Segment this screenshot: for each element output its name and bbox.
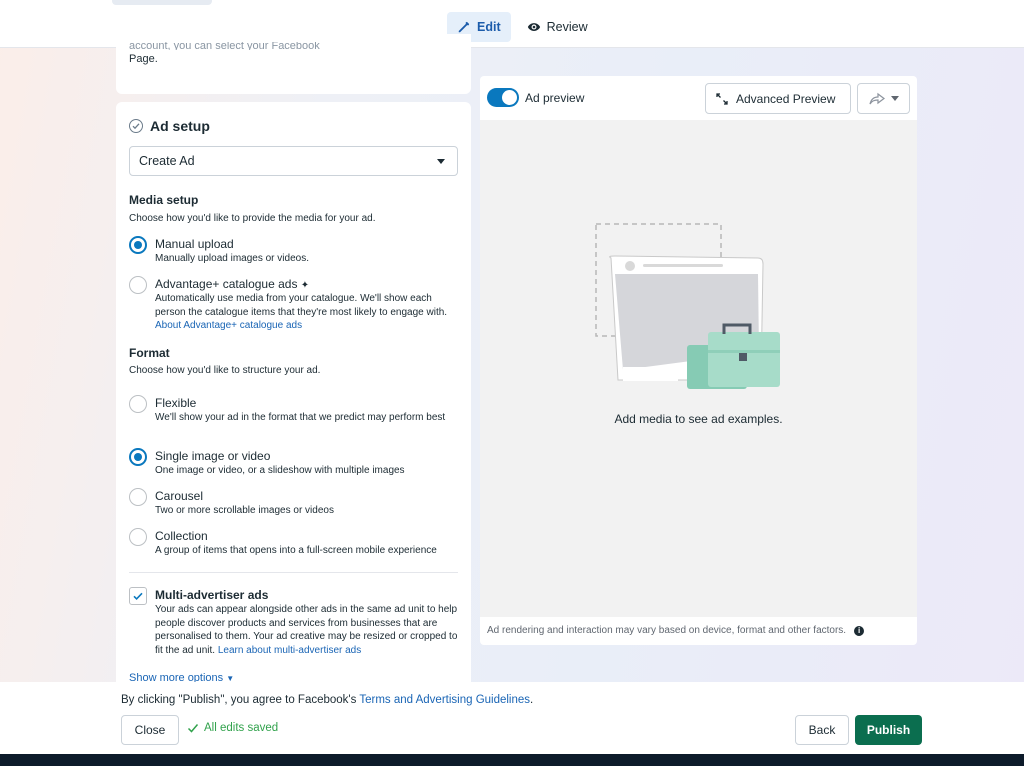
media-setup-heading: Media setup bbox=[129, 193, 199, 207]
divider bbox=[129, 572, 458, 573]
option-desc: Manually upload images or videos. bbox=[155, 253, 309, 264]
option-title: Single image or video bbox=[155, 449, 271, 463]
ad-setup-header: Ad setup bbox=[129, 118, 210, 134]
save-status-label: All edits saved bbox=[204, 722, 279, 734]
terms-prefix: By clicking "Publish", you agree to Face… bbox=[121, 694, 360, 706]
option-title: Carousel bbox=[155, 489, 204, 503]
advantage-catalogue-link[interactable]: About Advantage+ catalogue ads bbox=[155, 320, 302, 331]
tab-edit-label: Edit bbox=[477, 20, 501, 34]
radio[interactable] bbox=[129, 528, 147, 546]
preview-header: Ad preview Advanced Preview bbox=[480, 76, 917, 120]
terms-text: By clicking "Publish", you agree to Face… bbox=[121, 694, 533, 706]
tab-review-label: Review bbox=[546, 20, 588, 34]
option-title: Collection bbox=[155, 529, 208, 543]
footer-bar: By clicking "Publish", you agree to Face… bbox=[0, 682, 1024, 754]
save-status: All edits saved bbox=[187, 722, 278, 734]
page-text: Page. bbox=[129, 53, 158, 65]
option-title: Manual upload bbox=[155, 237, 234, 251]
multi-advertiser-link[interactable]: Learn about multi-advertiser ads bbox=[218, 645, 361, 656]
sparkle-icon: ✦ bbox=[300, 280, 310, 291]
caret-down-icon bbox=[437, 159, 445, 164]
ad-preview-card: Ad preview Advanced Preview Add media to… bbox=[480, 76, 917, 645]
ad-setup-card: Ad setup Create Ad Media setup Choose ho… bbox=[116, 102, 471, 682]
media-setup-sub: Choose how you'd like to provide the med… bbox=[129, 213, 376, 224]
back-button[interactable]: Back bbox=[795, 715, 849, 745]
option-desc: We'll show your ad in the format that we… bbox=[155, 412, 446, 423]
format-sub: Choose how you'd like to structure your … bbox=[129, 365, 321, 376]
tab-review[interactable]: Review bbox=[517, 12, 598, 42]
checkmark-icon bbox=[187, 724, 199, 733]
preview-empty-message: Add media to see ad examples. bbox=[614, 412, 783, 426]
option-desc: One image or video, or a slideshow with … bbox=[155, 465, 405, 476]
expand-icon bbox=[716, 92, 728, 105]
dropdown-value: Create Ad bbox=[139, 154, 195, 168]
option-title: Flexible bbox=[155, 396, 197, 410]
share-button[interactable] bbox=[857, 83, 910, 114]
pencil-icon bbox=[458, 21, 470, 33]
ad-preview-label: Ad preview bbox=[525, 91, 585, 105]
option-desc-text: Automatically use media from your catalo… bbox=[155, 293, 448, 318]
advanced-preview-button[interactable]: Advanced Preview bbox=[705, 83, 851, 114]
radio[interactable] bbox=[129, 395, 147, 413]
radio[interactable] bbox=[129, 276, 147, 294]
checkmark-icon bbox=[133, 592, 143, 601]
ad-setup-dropdown[interactable]: Create Ad bbox=[129, 146, 458, 176]
option-title: Multi-advertiser ads bbox=[155, 588, 269, 602]
identity-section-card: account, you can select your Facebook Pa… bbox=[116, 34, 471, 94]
close-button[interactable]: Close bbox=[121, 715, 179, 745]
terms-link[interactable]: Terms and Advertising Guidelines bbox=[359, 694, 530, 706]
option-title-text: Advantage+ catalogue ads bbox=[155, 277, 298, 291]
ghost-tab bbox=[112, 0, 212, 5]
caret-down-icon bbox=[890, 96, 899, 101]
caret-down-icon: ▼ bbox=[226, 674, 235, 682]
preview-area: Add media to see ad examples. bbox=[480, 120, 917, 617]
show-more-label: Show more options bbox=[129, 672, 224, 682]
option-desc: Your ads can appear alongside other ads … bbox=[155, 603, 460, 657]
show-more-options[interactable]: Show more options ▼ bbox=[129, 672, 234, 682]
faded-text: account, you can select your Facebook bbox=[129, 42, 320, 50]
radio-selected[interactable] bbox=[129, 236, 147, 254]
advanced-preview-label: Advanced Preview bbox=[736, 91, 836, 106]
ad-preview-toggle[interactable] bbox=[487, 88, 519, 107]
terms-suffix: . bbox=[530, 694, 534, 706]
ad-setup-title: Ad setup bbox=[150, 118, 210, 134]
radio-selected[interactable] bbox=[129, 448, 147, 466]
empty-media-illustration bbox=[595, 223, 780, 389]
preview-disclaimer: Ad rendering and interaction may vary ba… bbox=[487, 625, 865, 636]
check-circle-icon bbox=[129, 119, 143, 133]
option-desc: A group of items that opens into a full-… bbox=[155, 545, 437, 556]
eye-icon bbox=[527, 23, 540, 31]
disclaimer-text: Ad rendering and interaction may vary ba… bbox=[487, 625, 847, 636]
share-icon bbox=[868, 92, 885, 104]
bottom-strip bbox=[0, 754, 1024, 766]
option-desc: Automatically use media from your catalo… bbox=[155, 292, 455, 333]
radio[interactable] bbox=[129, 488, 147, 506]
multi-advertiser-checkbox[interactable] bbox=[129, 587, 147, 605]
publish-button[interactable]: Publish bbox=[855, 715, 922, 745]
option-title: Advantage+ catalogue ads ✦ bbox=[155, 277, 309, 291]
format-heading: Format bbox=[129, 346, 170, 360]
info-icon[interactable]: i bbox=[854, 625, 865, 636]
option-desc: Two or more scrollable images or videos bbox=[155, 505, 334, 516]
